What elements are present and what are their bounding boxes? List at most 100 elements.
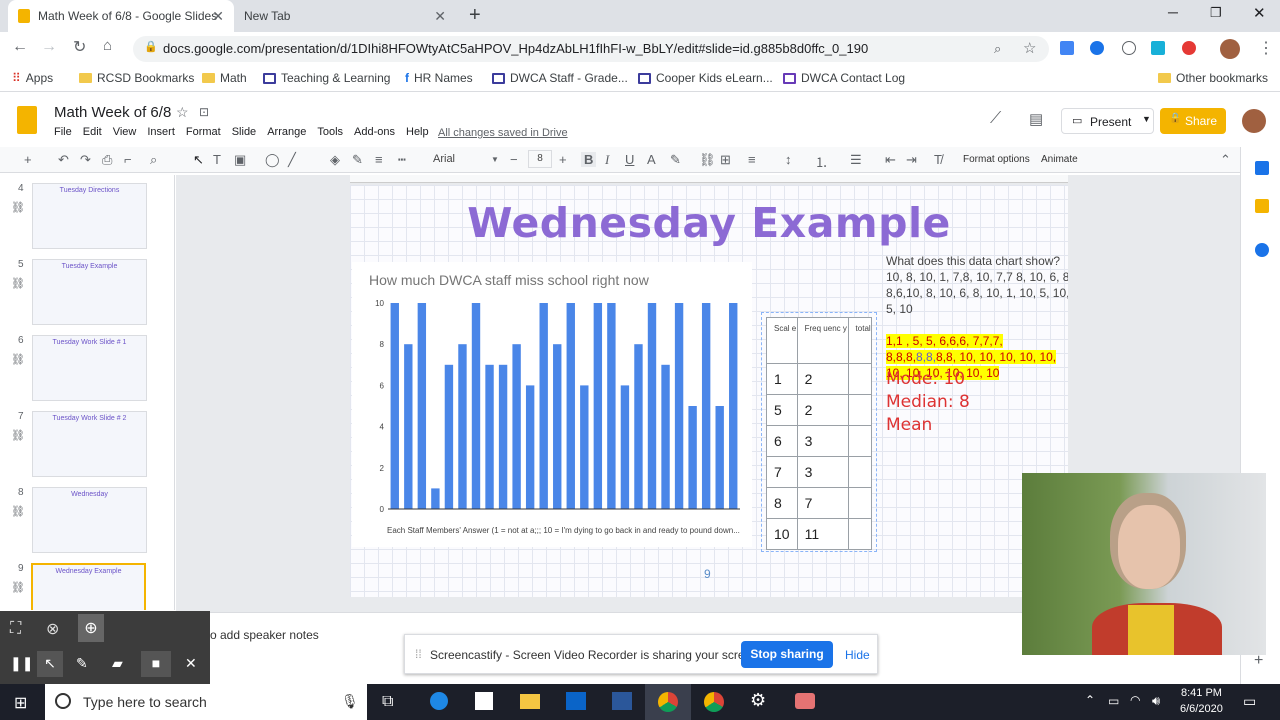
chrome-icon[interactable]: [645, 684, 691, 720]
table-cell[interactable]: 7: [796, 487, 849, 519]
print-icon[interactable]: ⎙: [102, 152, 112, 168]
italic-icon[interactable]: I: [605, 152, 609, 168]
menu-item[interactable]: Slide: [232, 126, 256, 138]
line-spacing-icon[interactable]: ↕: [785, 152, 792, 167]
chevron-down-icon[interactable]: ▼: [491, 155, 499, 164]
home-icon[interactable]: ⌂: [103, 37, 112, 54]
table-cell[interactable]: 6: [766, 425, 798, 457]
edge-icon[interactable]: [430, 692, 448, 710]
text-color-icon[interactable]: A: [647, 152, 656, 167]
stats-block[interactable]: Mode: 10 Median: 8 Mean: [886, 368, 970, 437]
comment-icon[interactable]: ▤: [1029, 110, 1043, 128]
chrome-icon[interactable]: [704, 692, 724, 712]
pen-icon[interactable]: ✎: [76, 655, 88, 672]
table-cell[interactable]: 5: [766, 394, 798, 426]
address-bar[interactable]: 🔒 docs.google.com/presentation/d/1DIhi8H…: [133, 36, 1049, 62]
avatar[interactable]: [1242, 109, 1266, 133]
share-button[interactable]: 🔒 Share: [1160, 108, 1226, 134]
undo-icon[interactable]: ↶: [58, 152, 69, 168]
table-header-cell[interactable]: Scal e: [766, 317, 798, 364]
menu-item[interactable]: Insert: [147, 126, 175, 138]
zoom-icon[interactable]: ⌕: [150, 152, 157, 168]
table-cell[interactable]: [847, 518, 873, 550]
slide-thumbnail[interactable]: Wednesday Example: [31, 563, 146, 610]
doc-title[interactable]: Math Week of 6/8: [54, 104, 171, 121]
menu-item[interactable]: Edit: [83, 126, 102, 138]
tray-chevron-icon[interactable]: ⌃: [1085, 693, 1095, 707]
menu-item[interactable]: Help: [406, 126, 429, 138]
outlook-icon[interactable]: [566, 692, 586, 710]
frequency-table-frame[interactable]: Scal e Freq uenc y total 1 2 5 2 6 3 7 3 8 7 10 11: [761, 312, 877, 552]
bookmark-dwca-staff[interactable]: DWCA Staff - Grade...: [492, 71, 628, 85]
bulleted-list-icon[interactable]: ☰: [850, 152, 862, 168]
bookmark-other[interactable]: Other bookmarks: [1158, 71, 1268, 85]
back-icon[interactable]: ←: [12, 38, 28, 56]
app-icon[interactable]: [795, 693, 815, 709]
table-cell[interactable]: [847, 363, 873, 395]
close-icon[interactable]: ✕: [185, 655, 197, 672]
bookmark-hr[interactable]: f HR Names: [405, 71, 473, 85]
chevron-down-icon[interactable]: ▼: [1142, 114, 1151, 124]
table-cell[interactable]: 11: [796, 518, 849, 550]
extension-icon[interactable]: [1090, 41, 1104, 55]
tab-new[interactable]: New Tab ✕: [234, 0, 456, 32]
settings-icon[interactable]: ⚙: [750, 690, 766, 711]
reload-icon[interactable]: ↻: [73, 37, 86, 57]
extension-icon[interactable]: [1060, 41, 1074, 55]
bookmark-cooper[interactable]: Cooper Kids eLearn...: [638, 71, 773, 85]
eraser-icon[interactable]: ▰: [112, 655, 123, 672]
notification-icon[interactable]: ▭: [1243, 693, 1256, 710]
activity-icon[interactable]: ⟋: [990, 110, 1001, 128]
line-icon[interactable]: ╱: [288, 152, 296, 168]
slide-thumbnail[interactable]: Tuesday Directions: [32, 183, 147, 249]
highlight-icon[interactable]: ✎: [670, 152, 681, 168]
table-cell[interactable]: 8: [766, 487, 798, 519]
slide-thumbnail[interactable]: Tuesday Work Slide # 2: [32, 411, 147, 477]
extension-icon[interactable]: [1182, 41, 1196, 55]
taskbar-search-input[interactable]: Type here to search 🎙︎: [45, 684, 367, 720]
spotlight-icon[interactable]: ⊕: [78, 614, 104, 642]
network-icon[interactable]: ◠: [1130, 693, 1140, 707]
select-icon[interactable]: ↖: [193, 152, 204, 168]
shape-icon[interactable]: ◯: [265, 152, 280, 168]
webcam-overlay[interactable]: [1022, 473, 1266, 655]
extension-icon[interactable]: [1151, 41, 1165, 55]
star-icon[interactable]: ☆: [1023, 39, 1036, 57]
animate-button[interactable]: Animate: [1041, 154, 1078, 165]
close-icon[interactable]: ✕: [434, 8, 446, 25]
extension-icon[interactable]: [1122, 41, 1136, 55]
table-cell[interactable]: 3: [796, 456, 849, 488]
frequency-table[interactable]: Scal e Freq uenc y total 1 2 5 2 6 3 7 3 8 7 10 11: [766, 317, 873, 550]
clock-date[interactable]: 6/6/2020: [1180, 703, 1223, 715]
redo-icon[interactable]: ↷: [80, 152, 91, 168]
microphone-icon[interactable]: 🎙︎: [341, 693, 359, 710]
font-select[interactable]: Arial: [433, 153, 455, 165]
hide-cursor-icon[interactable]: ⊗: [46, 619, 59, 639]
task-view-icon[interactable]: ⧉: [382, 693, 393, 711]
table-cell[interactable]: 2: [796, 394, 849, 426]
analysis-text[interactable]: What does this data chart show? 10, 8, 1…: [886, 253, 1068, 381]
border-dash-icon[interactable]: ┅: [398, 152, 406, 168]
table-header-cell[interactable]: total: [847, 317, 873, 364]
pause-icon[interactable]: ❚❚: [10, 655, 33, 672]
slide-thumbnail[interactable]: Tuesday Work Slide # 1: [32, 335, 147, 401]
tasks-icon[interactable]: [1255, 243, 1269, 257]
menu-item[interactable]: View: [113, 126, 137, 138]
present-button[interactable]: ▭ Present ▼: [1061, 108, 1154, 134]
file-explorer-icon[interactable]: [520, 694, 540, 709]
underline-icon[interactable]: U: [625, 152, 634, 167]
paint-format-icon[interactable]: ⌐: [124, 152, 132, 167]
slide[interactable]: Wednesday Example How much DWCA staff mi…: [350, 185, 1068, 597]
menu-item[interactable]: Tools: [317, 126, 343, 138]
zoom-icon[interactable]: ⌕: [994, 41, 1001, 57]
star-icon[interactable]: ☆: [176, 104, 189, 121]
link-icon[interactable]: ⛓: [699, 152, 716, 168]
focus-icon[interactable]: ⛶: [10, 620, 21, 638]
bookmark-apps[interactable]: ⠿ Apps: [12, 71, 53, 85]
table-cell[interactable]: 1: [766, 363, 798, 395]
slide-thumbnail[interactable]: Tuesday Example: [32, 259, 147, 325]
slides-logo-icon[interactable]: [17, 106, 37, 134]
forward-icon[interactable]: →: [41, 38, 57, 56]
table-cell[interactable]: [847, 487, 873, 519]
calendar-icon[interactable]: [1255, 161, 1269, 175]
